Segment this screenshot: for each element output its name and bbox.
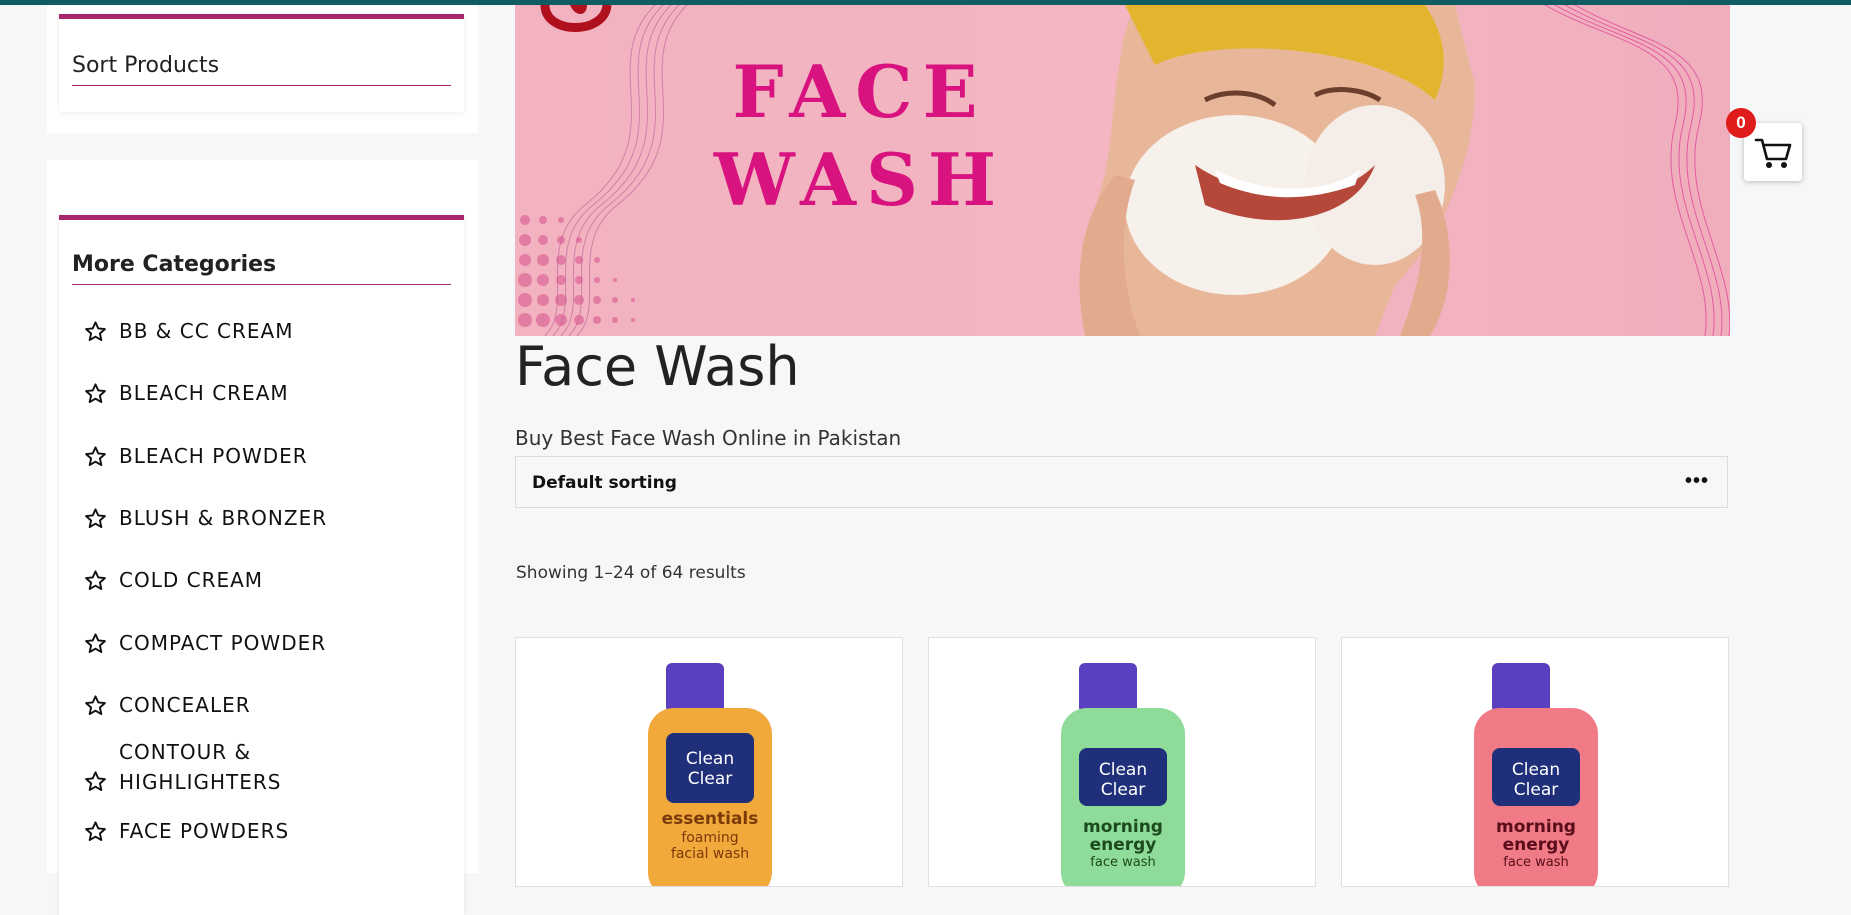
category-banner: FACE WASH	[515, 5, 1730, 336]
product-name-line2: foaming	[681, 830, 738, 846]
sort-select-value: Default sorting	[532, 473, 677, 493]
product-brand-line2: Clear	[1101, 780, 1145, 800]
sort-select[interactable]: Default sorting •••	[515, 456, 1728, 508]
product-name-line1: morning	[1496, 817, 1576, 837]
product-name-line3: face wash	[1503, 855, 1568, 870]
product-name-line2: energy	[1090, 835, 1157, 855]
banner-artwork: FACE WASH	[518, 5, 1730, 336]
star-icon	[85, 569, 106, 590]
brand-logo	[540, 5, 612, 32]
product-name-line3: face wash	[1090, 855, 1155, 870]
cart-count-badge: 0	[1726, 108, 1756, 138]
more-categories-card: More Categories BB & CC CREAM BLEACH CRE…	[59, 215, 464, 915]
category-label: BLEACH POWDER	[119, 444, 308, 468]
product-brand-line1: Clean	[686, 749, 734, 769]
star-icon	[85, 771, 106, 791]
category-label-line1: CONTOUR &	[119, 740, 252, 764]
product-name-line2: energy	[1503, 835, 1570, 855]
model-face-illustration	[1079, 5, 1475, 336]
category-label: CONCEALER	[119, 693, 251, 717]
decorative-waves-left	[544, 5, 688, 336]
decorative-dots	[518, 215, 635, 327]
category-label: FACE POWDERS	[119, 819, 290, 843]
product-name-line1: morning	[1083, 817, 1163, 837]
category-item-bb-cc-cream[interactable]: BB & CC CREAM	[84, 316, 444, 346]
category-item-cold-cream[interactable]: COLD CREAM	[84, 565, 444, 595]
star-icon	[85, 632, 106, 653]
product-brand-line1: Clean	[1512, 760, 1560, 780]
result-count: Showing 1–24 of 64 results	[516, 563, 746, 583]
category-item-face-powders[interactable]: FACE POWDERS	[84, 816, 444, 846]
category-label-line2: HIGHLIGHTERS	[119, 770, 282, 794]
category-label: COLD CREAM	[119, 568, 264, 592]
category-item-compact-powder[interactable]: COMPACT POWDER	[84, 628, 444, 658]
product-image: Clean Clear morning energy face wash	[1061, 663, 1185, 886]
category-label: BB & CC CREAM	[119, 319, 294, 343]
sort-products-card: Sort Products	[59, 14, 464, 112]
star-icon	[85, 320, 106, 341]
product-brand-line2: Clear	[1514, 780, 1558, 800]
star-icon	[85, 445, 106, 466]
more-categories-widget: More Categories BB & CC CREAM BLEACH CRE…	[47, 160, 478, 915]
page-title: Face Wash	[515, 335, 800, 398]
sort-products-widget: Sort Products	[47, 5, 478, 133]
star-icon	[85, 507, 106, 528]
category-label: BLEACH CREAM	[119, 381, 289, 405]
banner-text-line1: FACE	[733, 49, 988, 134]
category-label: BLUSH & BRONZER	[119, 506, 328, 530]
product-name-line1: essentials	[662, 809, 759, 829]
product-card[interactable]: Clean Clear morning energy face wash	[1341, 637, 1729, 887]
category-item-blush-bronzer[interactable]: BLUSH & BRONZER	[84, 503, 444, 533]
star-icon	[85, 382, 106, 403]
category-label: CONTOUR & HIGHLIGHTERS	[119, 737, 282, 797]
decorative-waves-right	[1544, 5, 1730, 336]
category-item-bleach-powder[interactable]: BLEACH POWDER	[84, 441, 444, 471]
sort-products-title: Sort Products	[72, 47, 451, 86]
product-brand-line1: Clean	[1099, 760, 1147, 780]
category-item-contour-highlighters[interactable]: CONTOUR & HIGHLIGHTERS	[84, 737, 444, 797]
banner-text-line2: WASH	[713, 137, 1006, 222]
star-icon	[85, 820, 106, 841]
product-card[interactable]: Clean Clear morning energy face wash	[928, 637, 1316, 887]
category-item-bleach-cream[interactable]: BLEACH CREAM	[84, 378, 444, 408]
more-categories-title: More Categories	[72, 246, 451, 285]
category-item-concealer[interactable]: CONCEALER	[84, 690, 444, 720]
star-icon	[85, 694, 106, 715]
product-image: Clean Clear essentials foaming facial wa…	[648, 663, 772, 886]
product-brand-line2: Clear	[688, 769, 732, 789]
product-image: Clean Clear morning energy face wash	[1474, 663, 1598, 886]
product-card[interactable]: Clean Clear essentials foaming facial wa…	[515, 637, 903, 887]
more-options-icon: •••	[1684, 470, 1709, 492]
category-label: COMPACT POWDER	[119, 631, 327, 655]
category-description: Buy Best Face Wash Online in Pakistan	[515, 426, 902, 450]
product-name-line3: facial wash	[671, 846, 749, 862]
